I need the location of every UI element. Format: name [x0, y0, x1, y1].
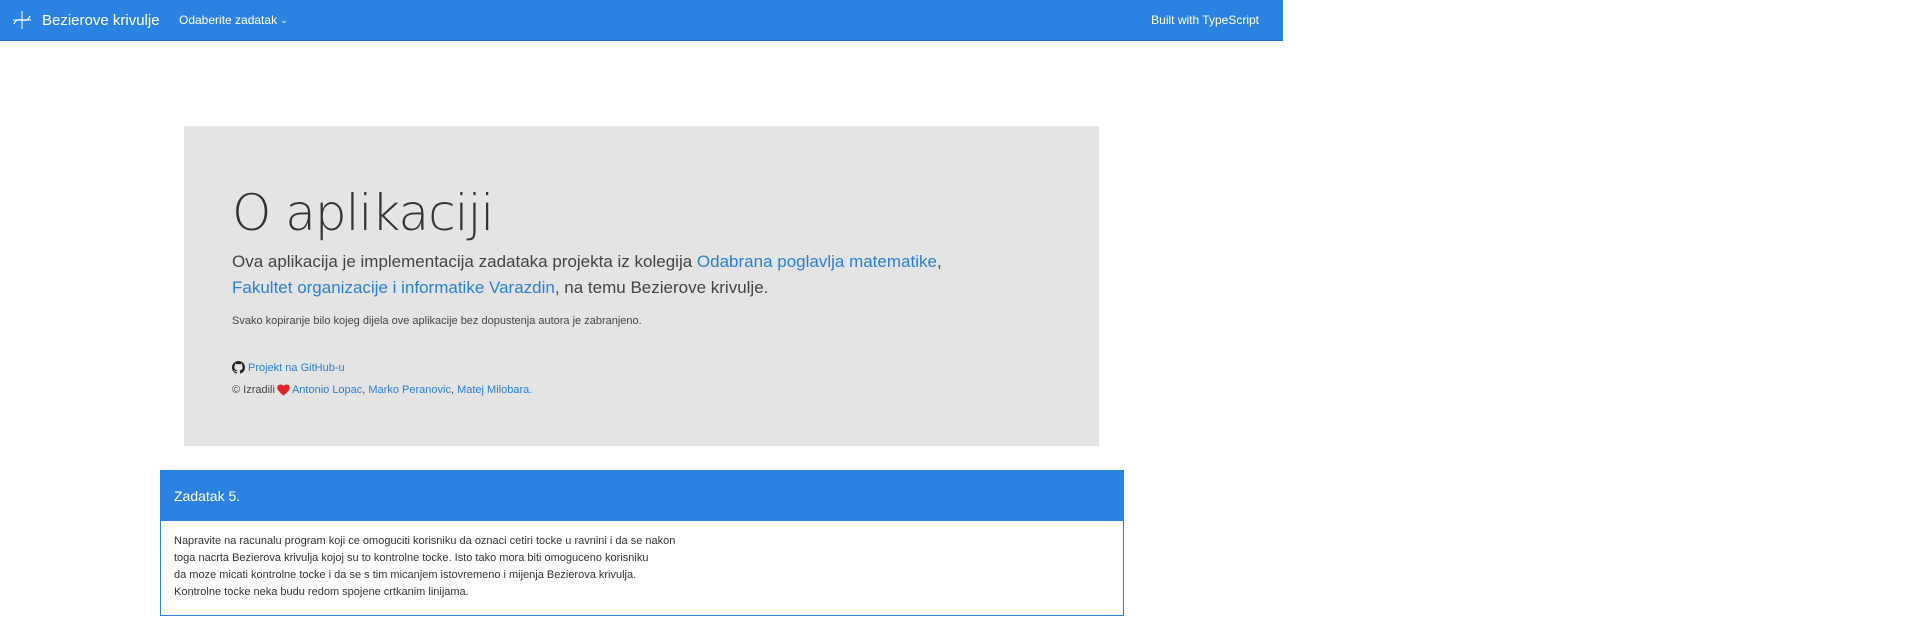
task-dropdown-label: Odaberite zadatak — [179, 13, 278, 27]
top-navbar: Bezierove krivulje Odaberite zadatak ⌄ B… — [0, 0, 1283, 41]
task-title: Zadatak 5. — [174, 488, 241, 504]
credits-line: © Izradili Antonio Lopac, Marko Peranovic… — [232, 384, 532, 396]
chevron-down-icon: ⌄ — [280, 14, 288, 25]
task-description-line: Kontrolne tocke neka budu redom spojene … — [174, 586, 469, 598]
lead-text-2: , — [936, 252, 942, 271]
brand-title: Bezierove krivulje — [42, 11, 160, 29]
built-with-typescript-link[interactable]: Built with TypeScript — [1151, 0, 1259, 40]
about-lead: Ova aplikacija je implementacija zadatak… — [232, 249, 1012, 301]
about-jumbotron: O aplikaciji Ova aplikacija je implement… — [184, 126, 1099, 446]
task-dropdown[interactable]: Odaberite zadatak ⌄ — [179, 0, 288, 40]
lead-text-1: Ova aplikacija je implementacija zadatak… — [232, 252, 697, 271]
github-project-link[interactable]: Projekt na GitHub-u — [248, 362, 345, 374]
faculty-link[interactable]: Fakultet organizacije i informatike Vara… — [232, 278, 555, 297]
credits-prefix: © Izradili — [232, 384, 275, 396]
task-description-line: toga nacrta Bezierova krivulja kojoj su … — [174, 552, 649, 564]
author-link-antonio[interactable]: Antonio Lopac — [292, 384, 362, 396]
task-description-line: Napravite na racunalu program koji ce om… — [174, 535, 676, 547]
heart-icon — [277, 384, 290, 396]
copyright-notice: Svako kopiranje bilo kojeg dijela ove ap… — [232, 315, 642, 327]
task-panel-body: Napravite na racunalu program koji ce om… — [161, 521, 1123, 601]
author-link-matej[interactable]: Matej Milobara. — [457, 384, 532, 396]
task-description-line: da moze micati kontrolne tocke i da se s… — [174, 569, 637, 581]
lead-text-3: , na temu Bezierove krivulje. — [554, 278, 769, 297]
task-panel-heading: Zadatak 5. — [161, 471, 1123, 521]
brand-link[interactable]: Bezierove krivulje — [12, 0, 160, 40]
github-line: Projekt na GitHub-u — [232, 361, 345, 374]
author-link-marko[interactable]: Marko Peranovic — [368, 384, 451, 396]
task-panel: Zadatak 5. Napravite na racunalu program… — [160, 470, 1124, 616]
page-title: O aplikaciji — [232, 184, 494, 242]
bezier-curve-icon — [13, 11, 31, 29]
built-with-label: Built with TypeScript — [1151, 13, 1259, 27]
course-link[interactable]: Odabrana poglavlja matematike — [697, 252, 937, 271]
github-icon — [232, 361, 245, 374]
